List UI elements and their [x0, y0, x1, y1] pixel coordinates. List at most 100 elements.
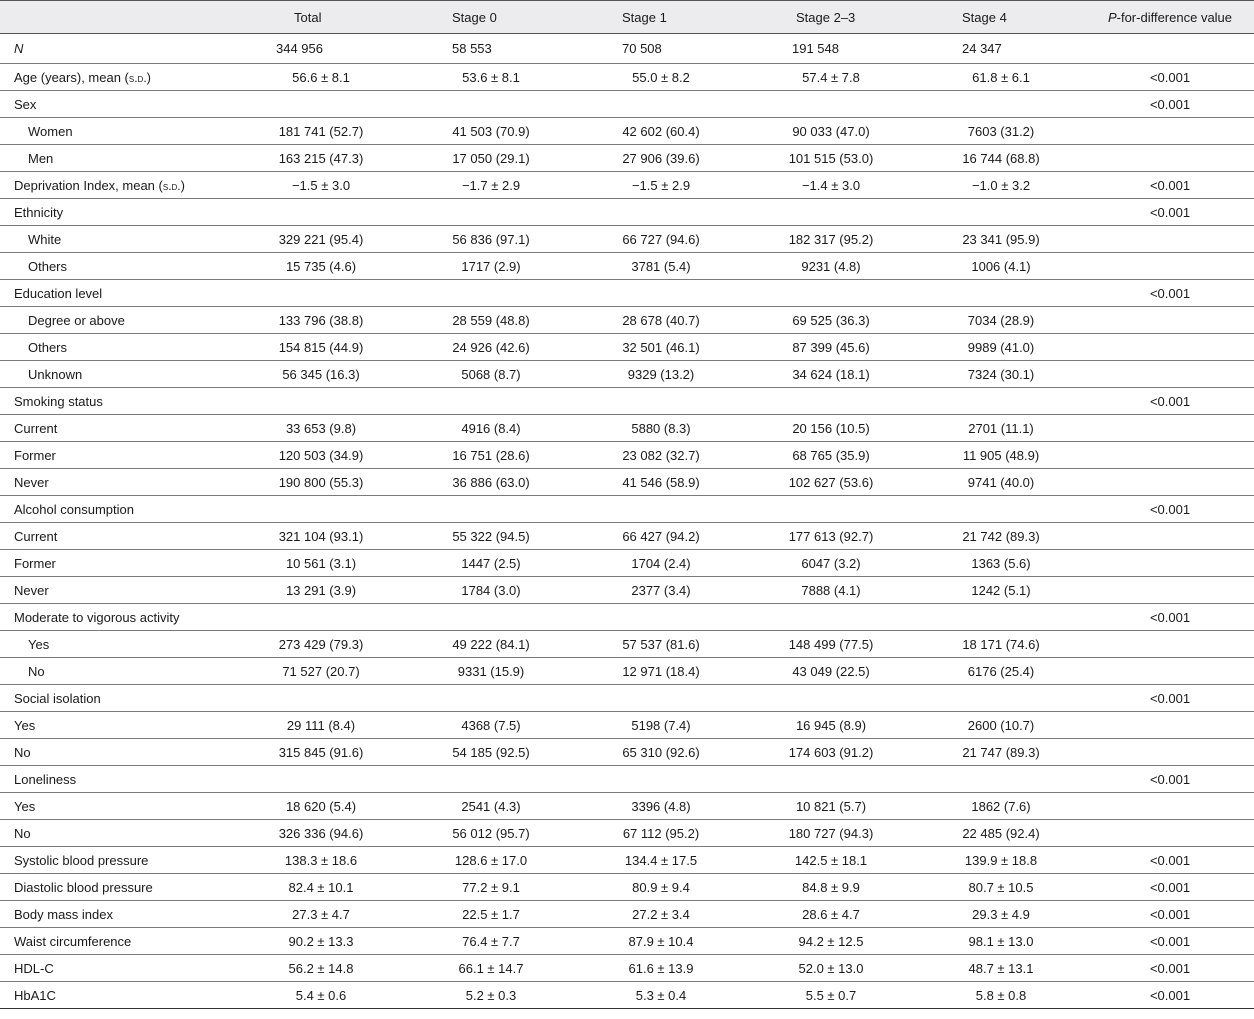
cell-stage-4: [916, 199, 1086, 226]
cell-stage-0: −1.7 ± 2.9: [461, 177, 521, 193]
table-row: Waist circumference 90.2 ± 13.3 76.4 ± 7.7…: [0, 928, 1254, 955]
cell-stage-0: 36 886 (63.0): [452, 474, 530, 490]
table-row: Current 321 104 (93.1) 55 322 (94.5) 66 427…: [0, 523, 1254, 550]
cell-total: 15 735 (4.6): [285, 258, 357, 274]
cell-stage-4: 9741 (40.0): [967, 474, 1035, 490]
row-label: Alcohol consumption: [14, 501, 134, 517]
cell-total: [236, 388, 406, 415]
cell-stage-1: 134.4 ± 17.5: [624, 852, 698, 868]
cell-stage-2-3: 34 624 (18.1): [792, 366, 870, 382]
cell-total: 326 336 (94.6): [278, 825, 364, 841]
cell-stage-0: 56 012 (95.7): [452, 825, 530, 841]
row-label: Former: [14, 555, 56, 571]
cell-stage-1: 65 310 (92.6): [622, 744, 700, 760]
cell-stage-4: 16 744 (68.8): [962, 150, 1040, 166]
cell-p-value: [1086, 145, 1254, 172]
cell-stage-1: [576, 766, 746, 793]
cell-stage-4: 7603 (31.2): [967, 123, 1035, 139]
table-row: White 329 221 (95.4) 56 836 (97.1) 66 727 (…: [0, 226, 1254, 253]
cell-p-value: <0.001: [1149, 501, 1191, 517]
cell-stage-4: 80.7 ± 10.5: [968, 879, 1034, 895]
row-label: Diastolic blood pressure: [14, 879, 153, 895]
cell-stage-2-3: 191 548: [792, 41, 839, 56]
cell-p-value: [1086, 307, 1254, 334]
row-label: Yes: [14, 717, 36, 733]
cell-stage-0: 49 222 (84.1): [452, 636, 530, 652]
cell-stage-4: [916, 685, 1086, 712]
cell-stage-4: 29.3 ± 4.9: [972, 906, 1030, 922]
cell-stage-0: 1784 (3.0): [461, 582, 521, 598]
cell-stage-4: 61.8 ± 6.1: [972, 69, 1030, 85]
row-label-deprivation: Deprivation Index, mean (s.d.): [0, 172, 236, 199]
cell-stage-2-3: −1.4 ± 3.0: [801, 177, 861, 193]
cell-stage-0: 28 559 (48.8): [452, 312, 530, 328]
cell-stage-2-3: 43 049 (22.5): [792, 663, 870, 679]
cell-stage-1: 9329 (13.2): [627, 366, 695, 382]
cell-stage-2-3: 52.0 ± 13.0: [798, 960, 864, 976]
table-row: Never 190 800 (55.3) 36 886 (63.0) 41 546 (…: [0, 469, 1254, 496]
cell-stage-1: 27.2 ± 3.4: [632, 906, 690, 922]
cell-stage-0: [406, 199, 576, 226]
cell-p-value: [1086, 253, 1254, 280]
cell-total: 71 527 (20.7): [282, 663, 360, 679]
row-label: Moderate to vigorous activity: [14, 609, 180, 625]
cell-p-value: [1086, 469, 1254, 496]
cell-total: [236, 496, 406, 523]
header-stage-4: Stage 4: [962, 9, 1007, 25]
cell-stage-4: 6176 (25.4): [967, 663, 1035, 679]
cell-p-value: [1086, 793, 1254, 820]
cell-p-value: [1086, 415, 1254, 442]
table-row: Former 10 561 (3.1) 1447 (2.5) 1704 (2.4) 60…: [0, 550, 1254, 577]
cell-p-value: [1086, 118, 1254, 145]
table-row: Body mass index 27.3 ± 4.7 22.5 ± 1.7 27.2 …: [0, 901, 1254, 928]
cell-stage-4: 18 171 (74.6): [962, 636, 1040, 652]
cell-stage-2-3: 7888 (4.1): [801, 582, 861, 598]
cell-total: [236, 604, 406, 631]
cell-stage-2-3: 90 033 (47.0): [792, 123, 870, 139]
cell-p-value: <0.001: [1149, 960, 1191, 976]
row-label: Others: [28, 258, 68, 274]
cell-stage-0: [406, 766, 576, 793]
cell-stage-2-3: [746, 388, 916, 415]
cell-stage-4: [916, 496, 1086, 523]
cell-stage-1: 80.9 ± 9.4: [632, 879, 690, 895]
table-row: HbA1C 5.4 ± 0.6 5.2 ± 0.3 5.3 ± 0.4 5.5 ± 0.…: [0, 982, 1254, 1009]
cell-stage-2-3: 142.5 ± 18.1: [794, 852, 868, 868]
cell-stage-2-3: 68 765 (35.9): [792, 447, 870, 463]
table-row-age: Age (years), mean (s.d.) 56.6 ± 8.1 53.6…: [0, 64, 1254, 91]
table-row: Degree or above 133 796 (38.8) 28 559 (48.…: [0, 307, 1254, 334]
cell-stage-4: 21 747 (89.3): [962, 744, 1040, 760]
row-label: Unknown: [28, 366, 83, 382]
row-label: Systolic blood pressure: [14, 852, 149, 868]
row-label: Body mass index: [14, 906, 113, 922]
cell-stage-4: 1363 (5.6): [971, 555, 1031, 571]
row-label: No: [14, 825, 31, 841]
cell-stage-0: 128.6 ± 17.0: [454, 852, 528, 868]
cell-p-value: [1086, 442, 1254, 469]
cell-stage-0: [406, 280, 576, 307]
row-label: HbA1C: [14, 987, 56, 1003]
cell-stage-4: 1862 (7.6): [971, 798, 1031, 814]
cell-stage-1: 67 112 (95.2): [622, 825, 700, 841]
cell-stage-0: [406, 388, 576, 415]
cell-stage-2-3: 10 821 (5.7): [795, 798, 867, 814]
cell-total: −1.5 ± 3.0: [291, 177, 351, 193]
table-row: Diastolic blood pressure 82.4 ± 10.1 77.2 …: [0, 874, 1254, 901]
table-row: Sex <0.001: [0, 91, 1254, 118]
cell-stage-1: 23 082 (32.7): [622, 447, 700, 463]
cell-stage-2-3: [746, 604, 916, 631]
cell-total: 56.2 ± 14.8: [288, 960, 354, 976]
cell-p-value: [1086, 658, 1254, 685]
cell-stage-2-3: 102 627 (53.6): [788, 474, 874, 490]
cell-total: 315 845 (91.6): [278, 744, 364, 760]
cell-stage-1: 2377 (3.4): [631, 582, 691, 598]
cell-stage-4: 24 347: [962, 41, 1002, 56]
cell-stage-0: 53.6 ± 8.1: [462, 69, 520, 85]
cell-stage-0: 4916 (8.4): [461, 420, 521, 436]
cell-p-value: [1086, 361, 1254, 388]
cell-stage-4: 7324 (30.1): [967, 366, 1035, 382]
cell-stage-1: 5880 (8.3): [631, 420, 691, 436]
cell-stage-2-3: 6047 (3.2): [801, 555, 861, 571]
cell-total: 190 800 (55.3): [278, 474, 364, 490]
cell-p-value: <0.001: [1149, 96, 1191, 112]
